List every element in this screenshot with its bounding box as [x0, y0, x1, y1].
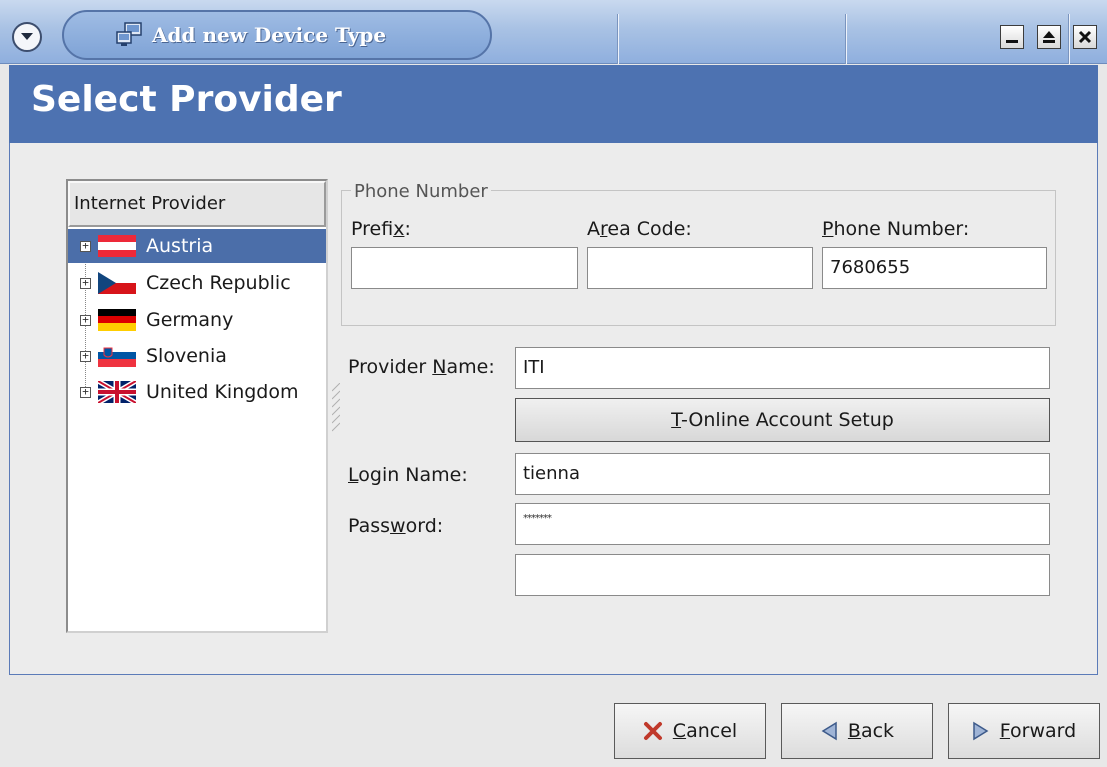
window-menu-button[interactable]: [12, 22, 42, 52]
forward-label: Forward: [999, 720, 1077, 742]
tree-item-austria[interactable]: + Austria: [68, 229, 326, 263]
close-icon: [1078, 30, 1092, 44]
arrow-left-icon: [821, 721, 837, 741]
login-name-input[interactable]: tienna: [515, 453, 1050, 495]
forward-button[interactable]: Forward: [948, 703, 1100, 759]
czech-flag-icon: [98, 272, 136, 294]
password-input[interactable]: *******: [515, 503, 1050, 545]
expand-icon[interactable]: +: [80, 350, 91, 362]
titlebar-separator: [845, 14, 847, 64]
maximize-button[interactable]: [1037, 25, 1061, 49]
provider-name-input[interactable]: ITI: [515, 347, 1050, 389]
tree-item-label: Slovenia: [146, 345, 227, 367]
provider-name-label: Provider Name:: [348, 356, 495, 378]
password-label: Password:: [348, 515, 444, 537]
tree-item-label: Austria: [146, 235, 214, 257]
pane-resize-grip[interactable]: [332, 383, 340, 435]
tree-item-label: Germany: [146, 309, 234, 331]
tree-item-label: Czech Republic: [146, 272, 291, 294]
titlebar-separator: [617, 14, 619, 64]
tree-item-czech-republic[interactable]: + Czech Republic: [68, 266, 326, 300]
back-label: Back: [847, 720, 895, 742]
chevron-down-icon: [21, 33, 33, 40]
t-online-account-setup-button[interactable]: T-Online Account Setup: [515, 398, 1050, 442]
content-pane: Internet Provider + Austria + Czech Repu…: [9, 143, 1098, 675]
uk-flag-icon: [98, 381, 136, 403]
area-code-input[interactable]: [587, 247, 813, 289]
maximize-icon: [1043, 31, 1055, 43]
cancel-label: Cancel: [672, 720, 738, 742]
area-code-label: Area Code:: [587, 218, 692, 240]
prefix-label: Prefix:: [351, 218, 411, 240]
phone-number-label: Phone Number:: [822, 218, 970, 240]
slovenia-flag-icon: [98, 345, 136, 367]
phone-number-group-label: Phone Number: [351, 181, 491, 202]
cancel-icon: [643, 722, 662, 740]
login-name-label: Login Name:: [348, 464, 468, 486]
password-mask: *******: [523, 513, 552, 524]
tree-item-label: United Kingdom: [146, 381, 299, 403]
tree-item-united-kingdom[interactable]: + United Kingdom: [68, 375, 326, 409]
window-title: Add new Device Type: [152, 23, 387, 47]
window-title-tab: Add new Device Type: [62, 10, 492, 60]
titlebar-separator: [1068, 14, 1070, 64]
window-titlebar[interactable]: Add new Device Type: [0, 0, 1107, 64]
minimize-button[interactable]: [1000, 25, 1024, 49]
minimize-icon: [1006, 40, 1018, 43]
provider-tree[interactable]: Internet Provider + Austria + Czech Repu…: [66, 179, 328, 633]
network-device-icon: [116, 22, 142, 46]
expand-icon[interactable]: +: [80, 314, 91, 326]
phone-number-input[interactable]: 7680655: [822, 247, 1047, 289]
expand-icon[interactable]: +: [80, 277, 91, 289]
page-title: Select Provider: [31, 79, 342, 120]
expand-icon[interactable]: +: [80, 386, 91, 398]
close-button[interactable]: [1073, 25, 1097, 49]
tree-item-slovenia[interactable]: + Slovenia: [68, 339, 326, 373]
expand-icon[interactable]: +: [80, 240, 91, 252]
page-header: Select Provider: [9, 65, 1098, 143]
tree-item-germany[interactable]: + Germany: [68, 303, 326, 337]
t-online-account-setup-label: T-Online Account Setup: [671, 409, 894, 431]
back-button[interactable]: Back: [781, 703, 933, 759]
germany-flag-icon: [98, 309, 136, 331]
austria-flag-icon: [98, 235, 136, 257]
prefix-input[interactable]: [351, 247, 578, 289]
arrow-right-icon: [973, 721, 989, 741]
password-confirm-input[interactable]: [515, 554, 1050, 596]
tree-column-header[interactable]: Internet Provider: [68, 181, 326, 227]
cancel-button[interactable]: Cancel: [614, 703, 766, 759]
